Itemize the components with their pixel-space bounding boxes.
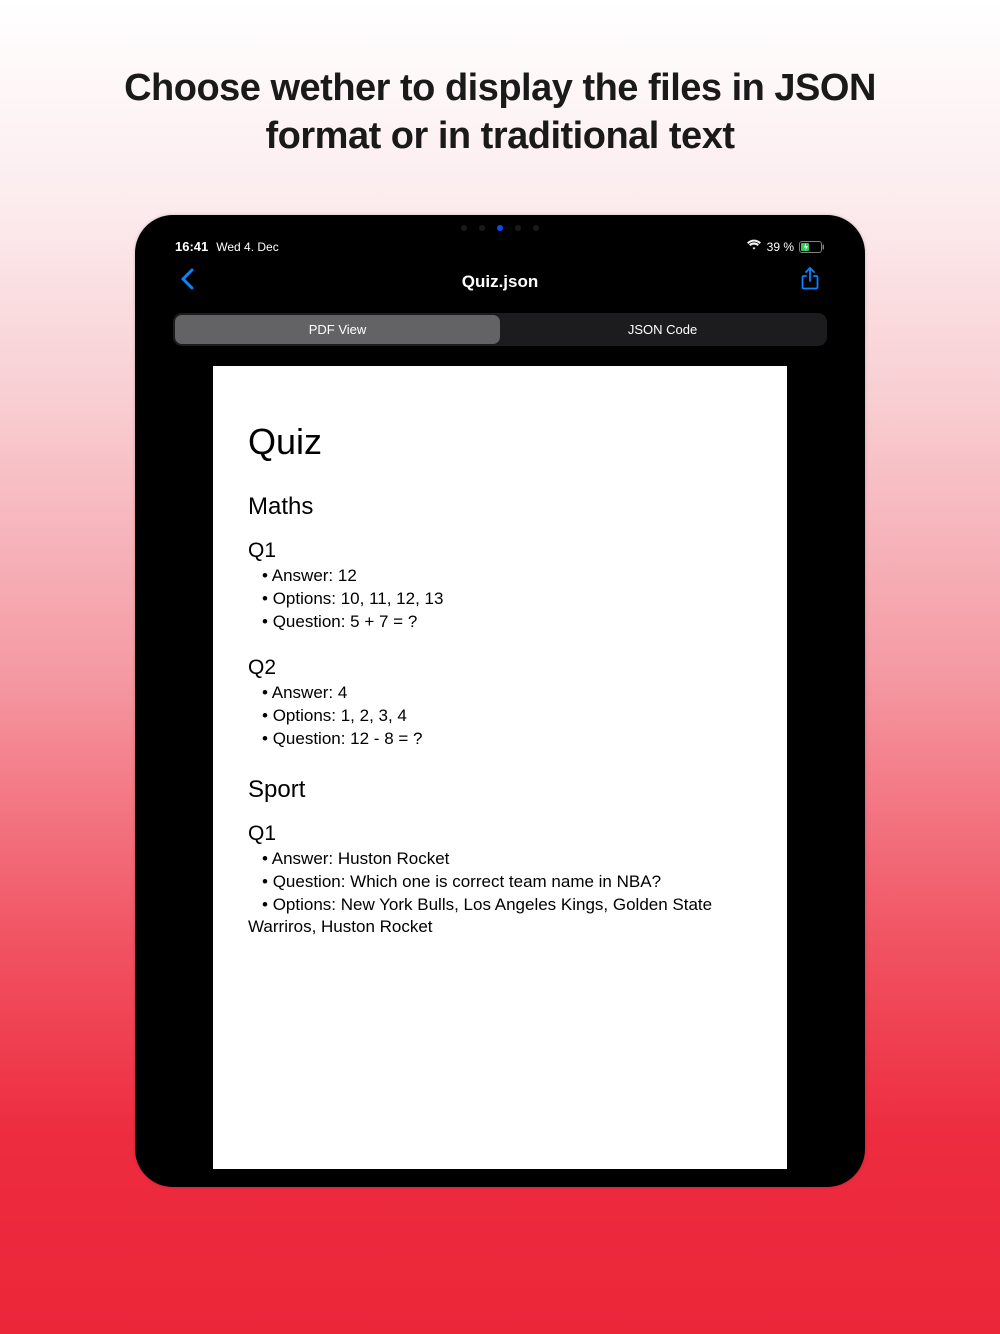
- status-time: 16:41: [175, 239, 208, 254]
- ipad-frame: 16:41 Wed 4. Dec 39 %: [135, 215, 865, 1187]
- pdf-document[interactable]: Quiz Maths Q1 Answer: 12 Options: 10, 11…: [213, 366, 787, 1169]
- maths-q1: Q1 Answer: 12 Options: 10, 11, 12, 13 Qu…: [248, 539, 752, 634]
- navigation-bar: Quiz.json: [153, 258, 847, 305]
- q-question: Question: 5 + 7 = ?: [248, 611, 752, 634]
- tab-json-code[interactable]: JSON Code: [500, 315, 825, 344]
- q-answer: Answer: 12: [248, 565, 752, 588]
- section-sport-title: Sport: [248, 776, 752, 804]
- battery-icon: [799, 241, 825, 253]
- nav-title: Quiz.json: [462, 272, 539, 292]
- view-mode-segmented-control[interactable]: PDF View JSON Code: [173, 313, 827, 346]
- tab-pdf-view[interactable]: PDF View: [175, 315, 500, 344]
- promo-headline: Choose wether to display the files in JS…: [0, 65, 1000, 160]
- maths-q2: Q2 Answer: 4 Options: 1, 2, 3, 4 Questio…: [248, 656, 752, 751]
- q-label: Q1: [248, 539, 752, 563]
- ipad-screen: 16:41 Wed 4. Dec 39 %: [153, 233, 847, 1169]
- section-maths-title: Maths: [248, 493, 752, 521]
- document-title: Quiz: [248, 421, 752, 463]
- battery-percent: 39 %: [767, 240, 794, 254]
- q-label: Q1: [248, 822, 752, 846]
- share-button[interactable]: [795, 267, 825, 296]
- q-answer: Answer: Huston Rocket: [248, 848, 752, 871]
- q-options: Options: 10, 11, 12, 13: [248, 588, 752, 611]
- status-bar: 16:41 Wed 4. Dec 39 %: [153, 233, 847, 258]
- q-options: Options: 1, 2, 3, 4: [248, 705, 752, 728]
- wifi-icon: [746, 239, 762, 254]
- sport-q1: Q1 Answer: Huston Rocket Question: Which…: [248, 822, 752, 940]
- q-question: Question: 12 - 8 = ?: [248, 728, 752, 751]
- status-date: Wed 4. Dec: [216, 240, 278, 254]
- back-button[interactable]: [175, 266, 199, 297]
- camera-notch: [461, 225, 539, 231]
- q-question: Question: Which one is correct team name…: [248, 871, 752, 894]
- q-answer: Answer: 4: [248, 682, 752, 705]
- content-area: Quiz Maths Q1 Answer: 12 Options: 10, 11…: [153, 354, 847, 1169]
- q-options: Options: New York Bulls, Los Angeles Kin…: [248, 894, 752, 940]
- q-label: Q2: [248, 656, 752, 680]
